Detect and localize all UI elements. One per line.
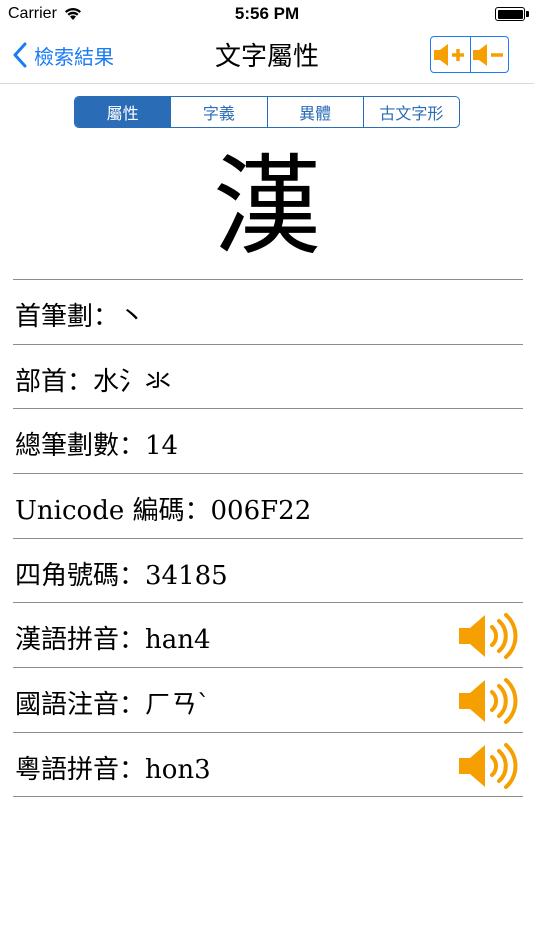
- battery-icon: [495, 7, 525, 21]
- segmented-control: 屬性 字義 異體 古文字形: [74, 96, 460, 128]
- property-text: Unicode 編碼：006F22: [15, 496, 312, 527]
- property-row-four-corner: 四角號碼：34185: [13, 537, 523, 603]
- status-bar: Carrier 5:56 PM: [0, 0, 534, 28]
- speaker-icon[interactable]: [457, 611, 519, 661]
- property-row-unicode: Unicode 編碼：006F22: [13, 473, 523, 538]
- property-row-cantonese: 粵語拼音：hon3: [13, 731, 523, 797]
- volume-down-icon: [473, 43, 504, 66]
- speaker-icon[interactable]: [457, 676, 519, 726]
- property-text: 首筆劃：丶: [15, 302, 146, 332]
- property-text: 總筆劃數：14: [15, 431, 179, 462]
- property-row-zhuyin: 國語注音：ㄏㄢˋ: [13, 667, 523, 732]
- status-time: 5:56 PM: [234, 4, 300, 23]
- volume-controls: [430, 36, 509, 73]
- tab-attributes[interactable]: 屬性: [75, 97, 171, 127]
- tab-meaning[interactable]: 字義: [170, 97, 266, 127]
- property-text: 國語注音：ㄏㄢˋ: [15, 690, 211, 721]
- property-text: 四角號碼：34185: [15, 560, 228, 591]
- property-text: 粵語拼音：hon3: [15, 754, 211, 785]
- volume-up-button[interactable]: [431, 37, 470, 72]
- property-row-stroke-count: 總筆劃數：14: [13, 408, 523, 473]
- volume-down-button[interactable]: [469, 37, 509, 72]
- property-text: 漢語拼音：han4: [15, 625, 211, 656]
- property-list: 首筆劃：丶 部首：水氵氺 總筆劃數：14 Unicode 編碼：006F22 四…: [0, 279, 534, 797]
- property-row-first-stroke: 首筆劃：丶: [13, 279, 523, 344]
- navigation-bar: 檢索結果 文字屬性: [0, 28, 534, 84]
- volume-up-icon: [434, 43, 465, 66]
- tab-ancient-forms[interactable]: 古文字形: [362, 97, 459, 127]
- speaker-icon[interactable]: [457, 741, 519, 791]
- character-display: 漢: [212, 145, 321, 270]
- battery-tip: [526, 11, 529, 17]
- property-row-hanyu-pinyin: 漢語拼音：han4: [13, 602, 523, 667]
- property-row-radical: 部首：水氵氺: [13, 343, 523, 409]
- property-text: 部首：水氵氺: [15, 366, 172, 397]
- tab-variants[interactable]: 異體: [266, 97, 363, 127]
